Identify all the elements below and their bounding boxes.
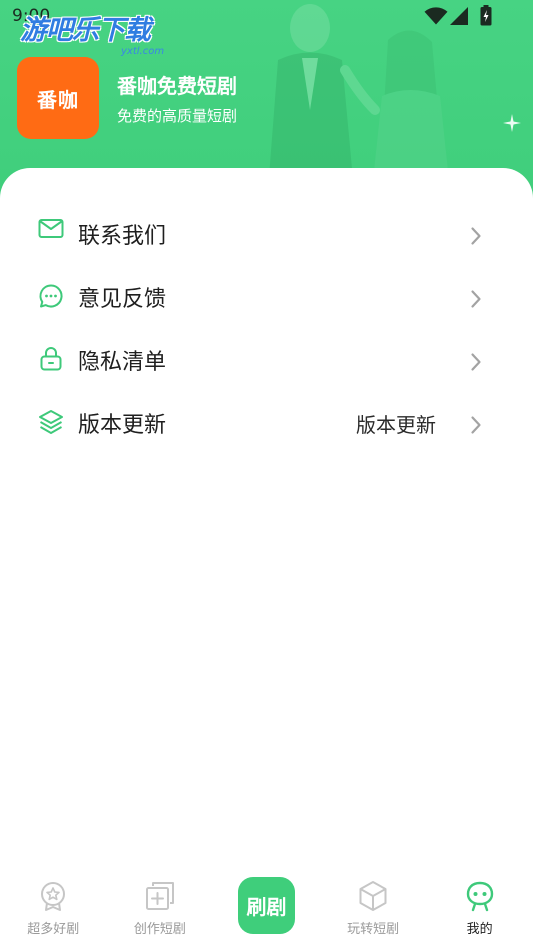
- menu-item-label: 联系我们: [78, 224, 167, 249]
- version-value: 版本更新: [356, 413, 436, 437]
- chevron-right-icon: [471, 227, 481, 245]
- nav-label: 创作短剧: [133, 922, 186, 937]
- sparkle-icon: [503, 114, 521, 132]
- watermark-title: 游吧乐下载: [20, 15, 151, 46]
- menu-item-feedback[interactable]: 意见反馈: [0, 268, 533, 331]
- nav-item-mine[interactable]: 我的: [426, 872, 533, 948]
- battery-icon: [480, 5, 492, 26]
- person-icon: [466, 881, 493, 912]
- add-square-icon: [145, 882, 174, 910]
- nav-label: 超多好剧: [27, 922, 80, 937]
- nav-item-explore[interactable]: 玩转短剧: [320, 872, 427, 948]
- nav-label: 玩转短剧: [347, 922, 400, 937]
- mail-icon: [38, 219, 64, 238]
- header-illustration: [268, 4, 450, 190]
- settings-menu: 联系我们 意见反馈 隐私清单 版本更新 版本更新: [0, 205, 533, 457]
- signal-icon: [450, 7, 468, 25]
- nav-item-recommend[interactable]: 超多好剧: [0, 872, 107, 948]
- star-badge-icon: [41, 882, 66, 911]
- watch-button[interactable]: 刷剧: [237, 877, 295, 934]
- menu-item-label: 版本更新: [78, 413, 167, 438]
- app-name: 番咖免费短剧: [117, 74, 237, 98]
- menu-item-label: 意见反馈: [78, 287, 167, 312]
- chevron-right-icon: [471, 416, 481, 434]
- nav-label: 我的: [466, 922, 493, 937]
- lock-icon: [40, 347, 62, 371]
- menu-item-privacy[interactable]: 隐私清单: [0, 331, 533, 394]
- menu-item-label: 隐私清单: [78, 350, 167, 375]
- app-logo-text: 番咖: [37, 87, 79, 112]
- app-logo: 番咖: [17, 57, 99, 139]
- bottom-nav: 超多好剧 创作短剧 刷剧 玩转短剧 我的: [0, 872, 533, 948]
- chevron-right-icon: [471, 353, 481, 371]
- wifi-icon: [424, 7, 448, 25]
- chat-icon: [39, 284, 63, 308]
- watch-button-label: 刷剧: [246, 895, 287, 919]
- app-tagline: 免费的高质量短剧: [117, 107, 238, 125]
- menu-item-update[interactable]: 版本更新 版本更新: [0, 394, 533, 457]
- cube-icon: [359, 881, 387, 911]
- menu-item-contact[interactable]: 联系我们: [0, 205, 533, 268]
- layers-icon: [39, 410, 63, 434]
- nav-item-create[interactable]: 创作短剧: [107, 872, 214, 948]
- watermark-domain: yxtl.com: [121, 46, 165, 57]
- chevron-right-icon: [471, 290, 481, 308]
- nav-item-watch[interactable]: 刷剧: [213, 872, 320, 948]
